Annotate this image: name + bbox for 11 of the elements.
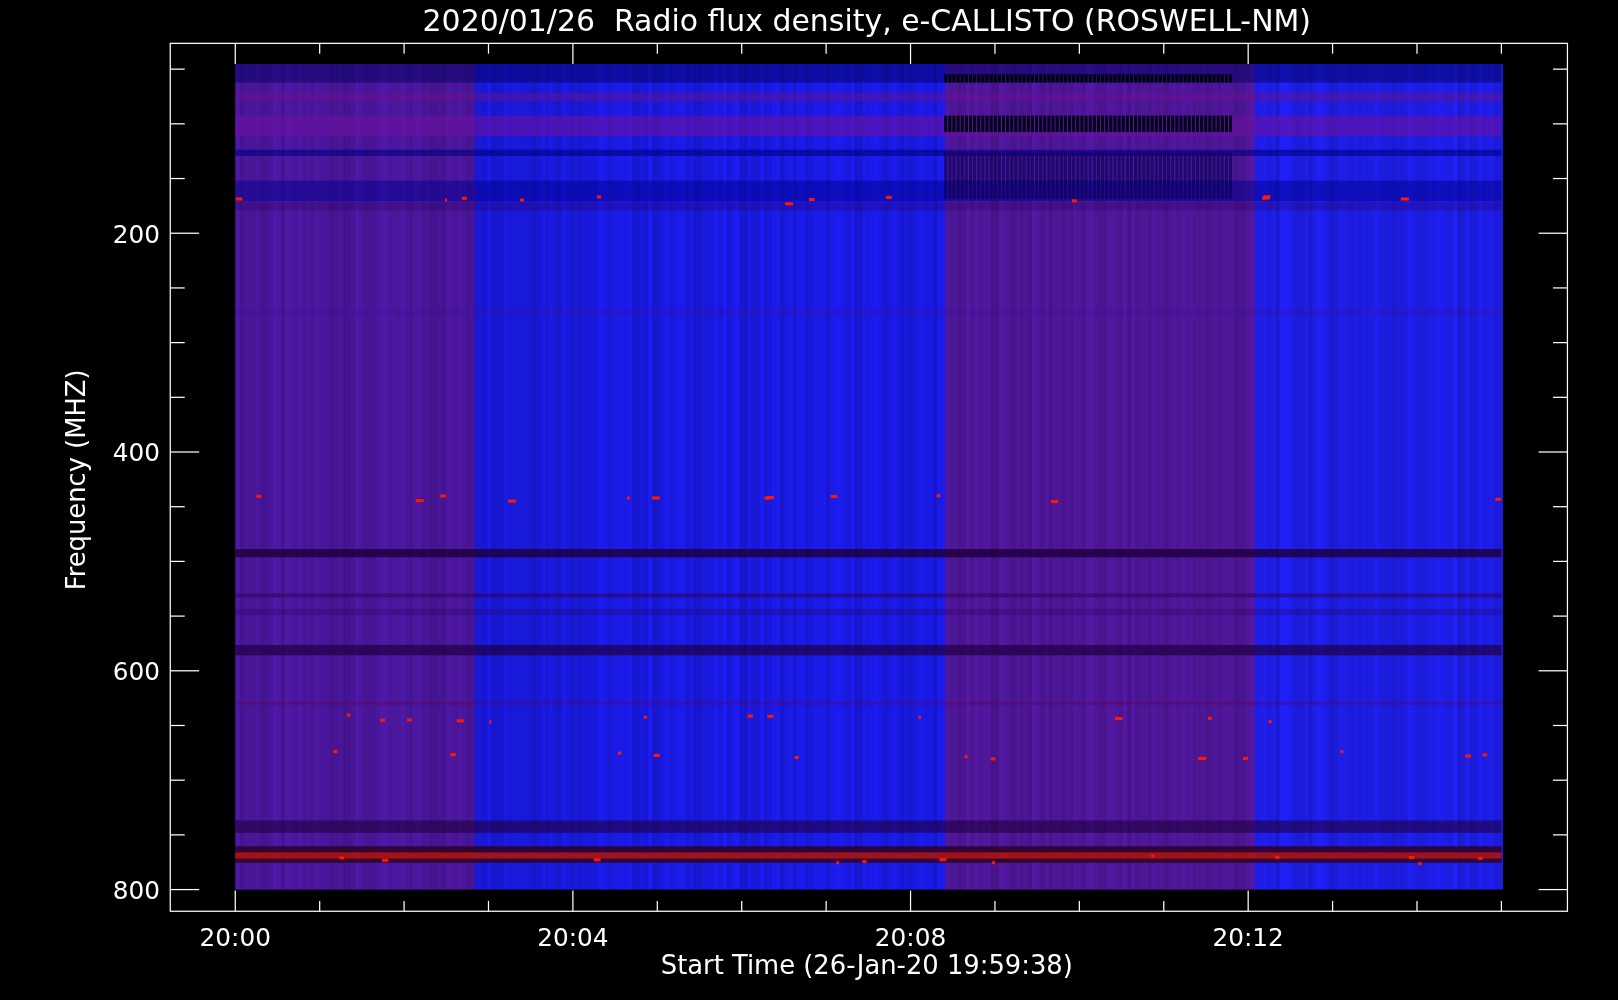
tick-label: 20:00	[199, 923, 271, 953]
tick-label: 400	[112, 438, 160, 468]
tick-label: 20:08	[874, 923, 947, 953]
axis-title: Frequency (MHZ)	[60, 369, 91, 591]
axis-title: Start Time (26-Jan-20 19:59:38)	[660, 950, 1073, 981]
plot-title: 2020/01/26 Radio flux density, e-CALLISTO (ROSWELL-NM)	[422, 2, 1311, 38]
tick-label: 600	[112, 657, 160, 687]
tick-label: 200	[112, 219, 160, 249]
tick-label: 20:04	[537, 923, 609, 953]
tick-label: 20:12	[1212, 923, 1284, 953]
tick-label: 800	[112, 875, 160, 905]
